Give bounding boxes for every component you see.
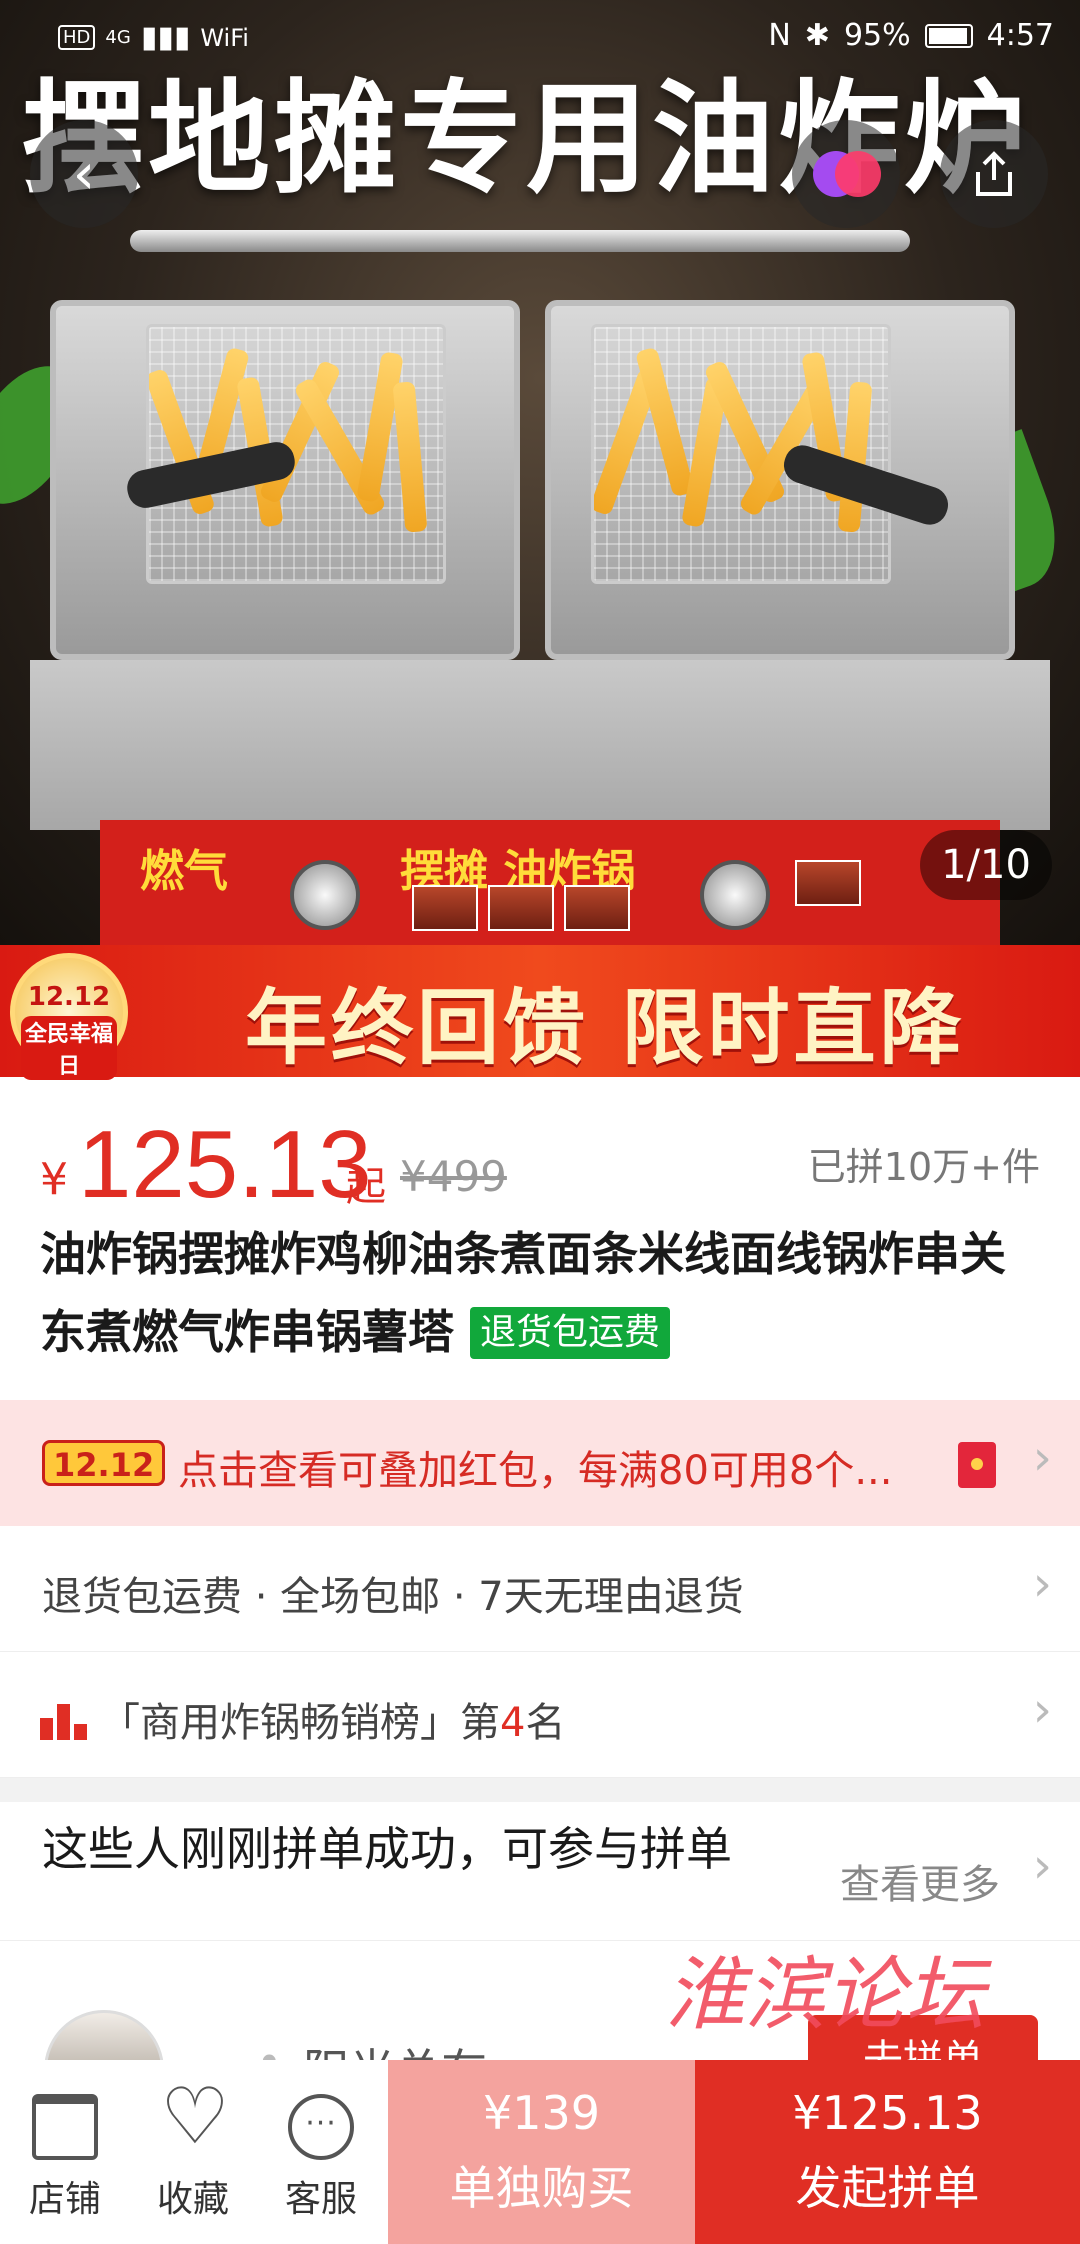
status-bar: HD 4G ▮▮▮ WiFi N ✱ 95% 4:57: [0, 0, 1080, 78]
watermark: 淮滨论坛: [665, 1948, 985, 2041]
service-text: 退货包运费 · 全场包邮 · 7天无理由退货: [42, 1574, 744, 1620]
fryer-front: [30, 660, 1050, 830]
price-value: 125.13: [78, 1111, 372, 1218]
rank-prefix: 「商用炸锅畅销榜」第: [100, 1700, 500, 1746]
buy-single-button[interactable]: ¥139 单独购买: [388, 2060, 695, 2244]
chevron-right-icon: ›: [1032, 1556, 1052, 1612]
sold-count: 已拼10万+件: [807, 1145, 1040, 1189]
chevron-right-icon: ›: [1032, 1682, 1052, 1738]
return-shipping-tag: 退货包运费: [470, 1307, 671, 1359]
promo-text: 年终回馈 限时直降: [245, 981, 966, 1076]
fry-basket: [591, 324, 891, 584]
food-thumbnail: [564, 885, 630, 931]
service-row[interactable]: 退货包运费 · 全场包邮 · 7天无理由退货 ›: [0, 1526, 1080, 1652]
image-counter: 1/10: [920, 830, 1052, 900]
promo-badge-date: 12.12: [27, 982, 111, 1012]
start-group-buy-button[interactable]: ¥125.13 发起拼单: [695, 2060, 1080, 2244]
product-image-carousel[interactable]: 燃气 摆摊 油炸锅 摆地摊专用油炸炉 1/10: [0, 0, 1080, 945]
promo-banner[interactable]: 12.12 全民幸福日 年终回馈 限时直降: [0, 945, 1080, 1080]
panel-label-gas: 燃气: [140, 846, 228, 897]
battery-icon: [924, 23, 973, 48]
ranking-icon: [40, 1698, 88, 1740]
back-button[interactable]: ‹: [30, 120, 138, 228]
rank-number: 4: [500, 1700, 526, 1746]
food-thumbnail: [488, 885, 554, 931]
store-button[interactable]: 店铺: [0, 2060, 130, 2244]
fryer-rod: [130, 230, 910, 252]
share-button[interactable]: [940, 120, 1048, 228]
product-title: 油炸锅摆摊炸鸡柳油条煮面条米线面线锅炸串关东煮燃气炸串锅薯塔 退货包运费: [40, 1215, 1040, 1371]
heart-icon: [160, 2072, 226, 2162]
coupon-badge: 12.12: [42, 1440, 166, 1486]
coupon-text: 点击查看可叠加红包，每满80可用8个...: [178, 1448, 893, 1494]
chevron-right-icon: ›: [1032, 1838, 1052, 1894]
group-section-title: 这些人刚刚拼单成功，可参与拼单: [42, 1822, 732, 1876]
coupon-row[interactable]: 12.12 点击查看可叠加红包，每满80可用8个... ›: [0, 1400, 1080, 1526]
fryer-tank-left: [50, 300, 520, 660]
see-more-link[interactable]: 查看更多: [840, 1852, 1000, 1910]
favorite-button[interactable]: 收藏: [128, 2060, 258, 2244]
battery-percent: 95%: [843, 18, 911, 53]
rank-text: 「商用炸锅畅销榜」第4名: [100, 1690, 565, 1748]
food-thumbnail: [412, 885, 478, 931]
hd-indicator: HD: [58, 25, 96, 50]
chevron-left-icon: ‹: [72, 141, 96, 207]
chat-icon: [288, 2094, 354, 2160]
store-label: 店铺: [28, 2179, 101, 2220]
see-more-label: 查看更多: [840, 1862, 1000, 1908]
group-label: 发起拼单: [795, 2161, 980, 2215]
knob: [290, 860, 360, 930]
price-currency: ¥: [40, 1154, 68, 1205]
food-thumbnail: [795, 860, 861, 906]
customer-service-button[interactable]: 客服: [256, 2060, 386, 2244]
dual-circle-icon: [809, 147, 883, 201]
price-suffix: 起: [346, 1164, 386, 1210]
single-price: ¥139: [482, 2086, 601, 2140]
dual-circle-button[interactable]: [792, 120, 900, 228]
rank-suffix: 名: [525, 1700, 566, 1746]
promo-badge: 12.12 全民幸福日: [10, 953, 128, 1080]
single-label: 单独购买: [449, 2161, 634, 2215]
favorite-label: 收藏: [156, 2179, 229, 2220]
promo-badge-label: 全民幸福日: [21, 1016, 117, 1080]
price-row: ¥ 125.13 起 ¥499 已拼10万+件: [40, 1110, 1040, 1218]
store-icon: [32, 2094, 98, 2160]
fry-basket: [146, 324, 446, 584]
rank-row[interactable]: 「商用炸锅畅销榜」第4名 ›: [0, 1652, 1080, 1778]
group-price: ¥125.13: [792, 2086, 983, 2140]
nfc-icon: N: [768, 18, 791, 53]
share-icon: [976, 151, 1012, 196]
chevron-right-icon: ›: [1032, 1430, 1052, 1486]
red-packet-icon: [958, 1442, 996, 1488]
bluetooth-icon: ✱: [804, 18, 830, 53]
section-divider: [0, 1778, 1080, 1802]
clock: 4:57: [986, 18, 1054, 53]
knob: [700, 860, 770, 930]
network-indicator: 4G: [105, 27, 131, 48]
wifi-icon: WiFi: [200, 23, 249, 52]
signal-icon: ▮▮▮: [140, 20, 191, 55]
fryer-tank-right: [545, 300, 1015, 660]
original-price: ¥499: [400, 1152, 507, 1201]
customer-service-label: 客服: [284, 2179, 357, 2220]
bottom-action-bar: 店铺 收藏 客服 ¥139 单独购买 ¥125.13 发起拼单: [0, 2060, 1080, 2244]
